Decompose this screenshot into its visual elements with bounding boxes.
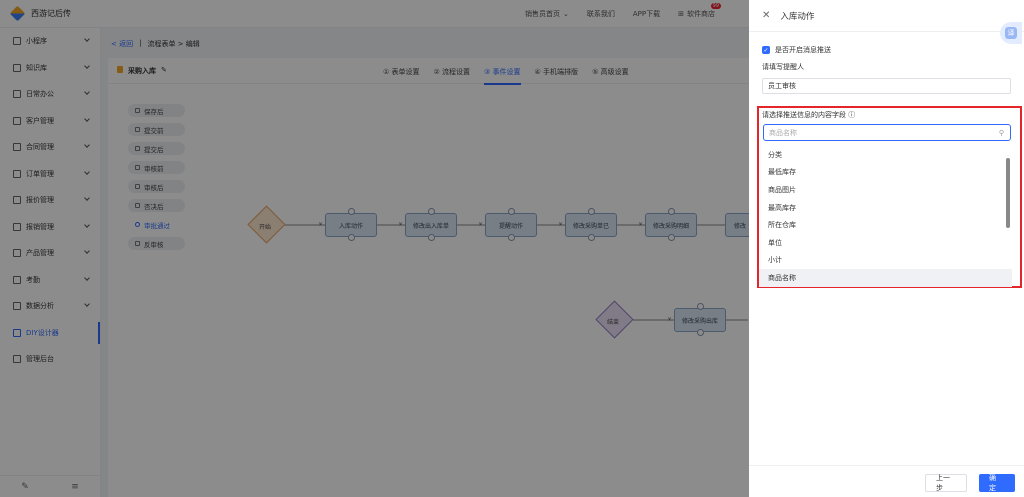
list-item[interactable]: 单位 xyxy=(759,234,1012,252)
search-placeholder: 商品名称 xyxy=(769,128,797,137)
list-item[interactable]: 分类 xyxy=(759,146,1012,164)
list-item[interactable]: 最低库存 xyxy=(759,164,1012,182)
list-item[interactable]: 商品图片 xyxy=(759,181,1012,199)
reminder-label: 请填写提醒人 xyxy=(762,63,804,71)
drawer-actions: 上一步 确 定 xyxy=(925,474,1015,492)
list-item[interactable]: 小计 xyxy=(759,252,1012,270)
modal-overlay[interactable] xyxy=(0,0,749,497)
push-toggle[interactable]: ✓ 是否开启消息推送 xyxy=(762,45,831,55)
app-root: 西游记后传 销售员首页 ⌄ 联系我们 APP下载 ⊞ 软件商店 99 小程序 知识库 … xyxy=(0,0,1024,497)
drawer-title: 入库动作 xyxy=(780,11,815,22)
close-icon[interactable]: ✕ xyxy=(762,10,770,21)
reminder-field[interactable]: 员工审核 xyxy=(762,78,1011,94)
list-item-hovered[interactable]: 商品名称 xyxy=(759,269,1012,287)
translate-icon: 译 xyxy=(1005,27,1017,39)
confirm-button[interactable]: 确 定 xyxy=(979,474,1015,492)
drawer-header: ✕ 入库动作 xyxy=(749,0,1024,32)
field-search-input[interactable]: 商品名称 ⚲ xyxy=(763,124,1011,141)
options-scrollbar[interactable] xyxy=(1006,158,1010,228)
push-checkbox-label: 是否开启消息推送 xyxy=(775,46,831,54)
search-icon: ⚲ xyxy=(998,129,1004,137)
list-item[interactable]: 所在仓库 xyxy=(759,216,1012,234)
translate-button[interactable]: 译 xyxy=(1000,22,1022,44)
list-item[interactable]: 最高库存 xyxy=(759,199,1012,217)
checkbox-checked-icon[interactable]: ✓ xyxy=(762,46,770,54)
prev-step-button[interactable]: 上一步 xyxy=(925,474,967,492)
field-options-list: 分类 最低库存 商品图片 最高库存 所在仓库 单位 小计 商品名称 xyxy=(759,146,1012,287)
drawer-footer-divider xyxy=(749,465,1024,466)
